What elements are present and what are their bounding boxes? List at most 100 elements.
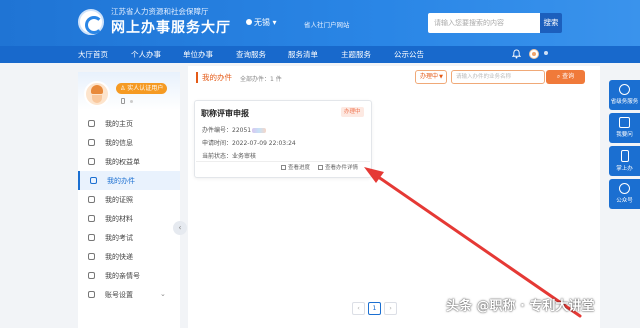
document-icon (88, 215, 95, 222)
query-button-label: 查询 (562, 73, 575, 80)
redacted-number (252, 128, 267, 133)
status-filter-value: 办理中 (420, 73, 439, 80)
bell-icon[interactable] (512, 49, 521, 59)
sidebar-item-label: 我的快递 (105, 253, 133, 261)
nav-item-unit[interactable]: 单位办事 (183, 49, 213, 60)
sidebar-item-label: 账号设置 (105, 291, 133, 299)
sidebar-item-rights[interactable]: 我的权益单 (78, 152, 180, 171)
sidebar-item-settings[interactable]: 账号设置 ⌄ (78, 285, 180, 304)
sidebar-item-label: 我的考试 (105, 234, 133, 242)
status-filter-select[interactable]: 办理中 ▼ (415, 70, 447, 84)
current-status-value: 业务审核 (232, 153, 257, 160)
detail-icon (318, 165, 323, 170)
gear-icon (88, 291, 95, 298)
sidebar-collapse-button[interactable]: ‹ (173, 221, 187, 235)
avatar (84, 81, 110, 107)
sidebar-item-exams[interactable]: 我的考试 (78, 228, 180, 247)
page-brand-title: 网上办事服务大厅 (111, 20, 231, 36)
view-progress-link[interactable]: 查看进度 (281, 163, 310, 171)
sidebar-item-my-cases[interactable]: 我的办件 (78, 171, 180, 190)
exam-icon (88, 234, 95, 241)
sidebar-item-licenses[interactable]: 我的证照 (78, 190, 180, 209)
right-bar-label: 公众号 (616, 198, 633, 204)
home-icon (88, 120, 95, 127)
search-button[interactable]: 搜索 (540, 13, 562, 33)
query-button[interactable]: ⌕ 查询 (546, 70, 585, 84)
sidebar-item-express[interactable]: 我的快递 (78, 247, 180, 266)
view-detail-label: 查看办件详情 (325, 165, 359, 171)
current-status-row: 当前状态：业务审核 (202, 151, 256, 160)
sidebar-item-label: 我的材料 (105, 215, 133, 223)
sidebar-item-label: 我的主页 (105, 120, 133, 128)
right-bar-wechat[interactable]: 公众号 (609, 179, 640, 209)
case-title: 职称评审申报 (201, 109, 249, 118)
status-badge: 办理中 (341, 107, 364, 117)
card-divider (196, 161, 370, 162)
truck-icon (88, 253, 95, 260)
folder-icon (90, 177, 97, 184)
apply-time-row: 申请时间：2022-07-09 22:03:24 (202, 138, 296, 147)
chevron-down-icon: ▼ (439, 74, 443, 80)
verified-user-badge: ♙ 实人认证用户 (116, 83, 168, 94)
search-icon: ⌕ (556, 73, 561, 80)
user-avatar-small[interactable] (529, 49, 539, 59)
blurred-info (130, 100, 133, 103)
view-progress-label: 查看进度 (288, 165, 311, 171)
nav-item-query[interactable]: 查询服务 (236, 49, 266, 60)
case-count: 全部办件：1 件 (240, 76, 282, 83)
id-card-icon (88, 196, 95, 203)
case-number-value: 22051 (232, 127, 252, 134)
right-bar-label: 我要问 (616, 132, 633, 138)
gov-service-icon (619, 84, 630, 95)
prev-page-button[interactable]: ‹ (352, 302, 365, 315)
sidebar-item-label: 我的办件 (107, 177, 135, 185)
shield-icon (88, 158, 95, 165)
region-selector[interactable]: 无锡 ▾ (246, 17, 277, 28)
right-bar-label: 省级务服务 (610, 99, 639, 105)
info-icon (88, 139, 95, 146)
progress-icon (281, 165, 286, 170)
right-bar-ask[interactable]: 我要问 (609, 113, 640, 143)
chevron-down-icon: ⌄ (160, 290, 166, 298)
main-nav: 大厅首页 个人办事 单位办事 查询服务 服务清单 主题服务 公示公告 (0, 46, 640, 63)
current-status-label: 当前状态： (202, 153, 233, 160)
mobile-phone-icon (620, 150, 629, 162)
page-number-button[interactable]: 1 (368, 302, 381, 315)
sidebar-item-label: 我的权益单 (105, 158, 140, 166)
sidebar-item-home[interactable]: 我的主页 (78, 114, 180, 133)
portal-link[interactable]: 省人社门户网站 (304, 19, 350, 29)
location-pin-icon (246, 19, 252, 25)
header-subtitle: 江苏省人力资源和社会保障厅 (111, 7, 209, 16)
family-icon (88, 272, 95, 279)
case-number-label: 办件编号： (202, 127, 233, 134)
nav-item-service-list[interactable]: 服务清单 (288, 49, 318, 60)
sidebar-item-family[interactable]: 我的亲情号 (78, 266, 180, 285)
question-icon (619, 117, 630, 128)
case-number-row: 办件编号：22051 (202, 125, 267, 134)
hrss-logo[interactable] (78, 9, 104, 35)
right-bar-gov-service[interactable]: 省级务服务 (609, 80, 640, 110)
apply-time-value: 2022-07-09 22:03:24 (232, 140, 296, 147)
verified-badge-label: 实人认证用户 (127, 85, 164, 92)
view-detail-link[interactable]: 查看办件详情 (318, 163, 358, 171)
content-title: 我的办件 (196, 72, 232, 83)
sidebar-item-info[interactable]: 我的信息 (78, 133, 180, 152)
nav-item-notice[interactable]: 公示公告 (394, 49, 424, 60)
search-input[interactable] (428, 13, 540, 33)
nav-item-home[interactable]: 大厅首页 (78, 49, 108, 60)
phone-icon (121, 98, 125, 104)
sidebar-item-label: 我的信息 (105, 139, 133, 147)
user-menu-dot[interactable] (544, 51, 548, 55)
next-page-button[interactable]: › (384, 302, 397, 315)
region-label: 无锡 (254, 18, 270, 27)
apply-time-label: 申请时间： (202, 140, 233, 147)
wechat-icon (619, 183, 630, 194)
sidebar-item-label: 我的亲情号 (105, 272, 140, 280)
sidebar-item-label: 我的证照 (105, 196, 133, 204)
case-name-filter-input[interactable] (451, 70, 545, 84)
right-bar-mobile[interactable]: 掌上办 (609, 146, 640, 176)
right-bar-label: 掌上办 (616, 166, 633, 172)
nav-item-personal[interactable]: 个人办事 (131, 49, 161, 60)
nav-item-topic[interactable]: 主题服务 (341, 49, 371, 60)
sidebar-item-materials[interactable]: 我的材料 (78, 209, 180, 228)
